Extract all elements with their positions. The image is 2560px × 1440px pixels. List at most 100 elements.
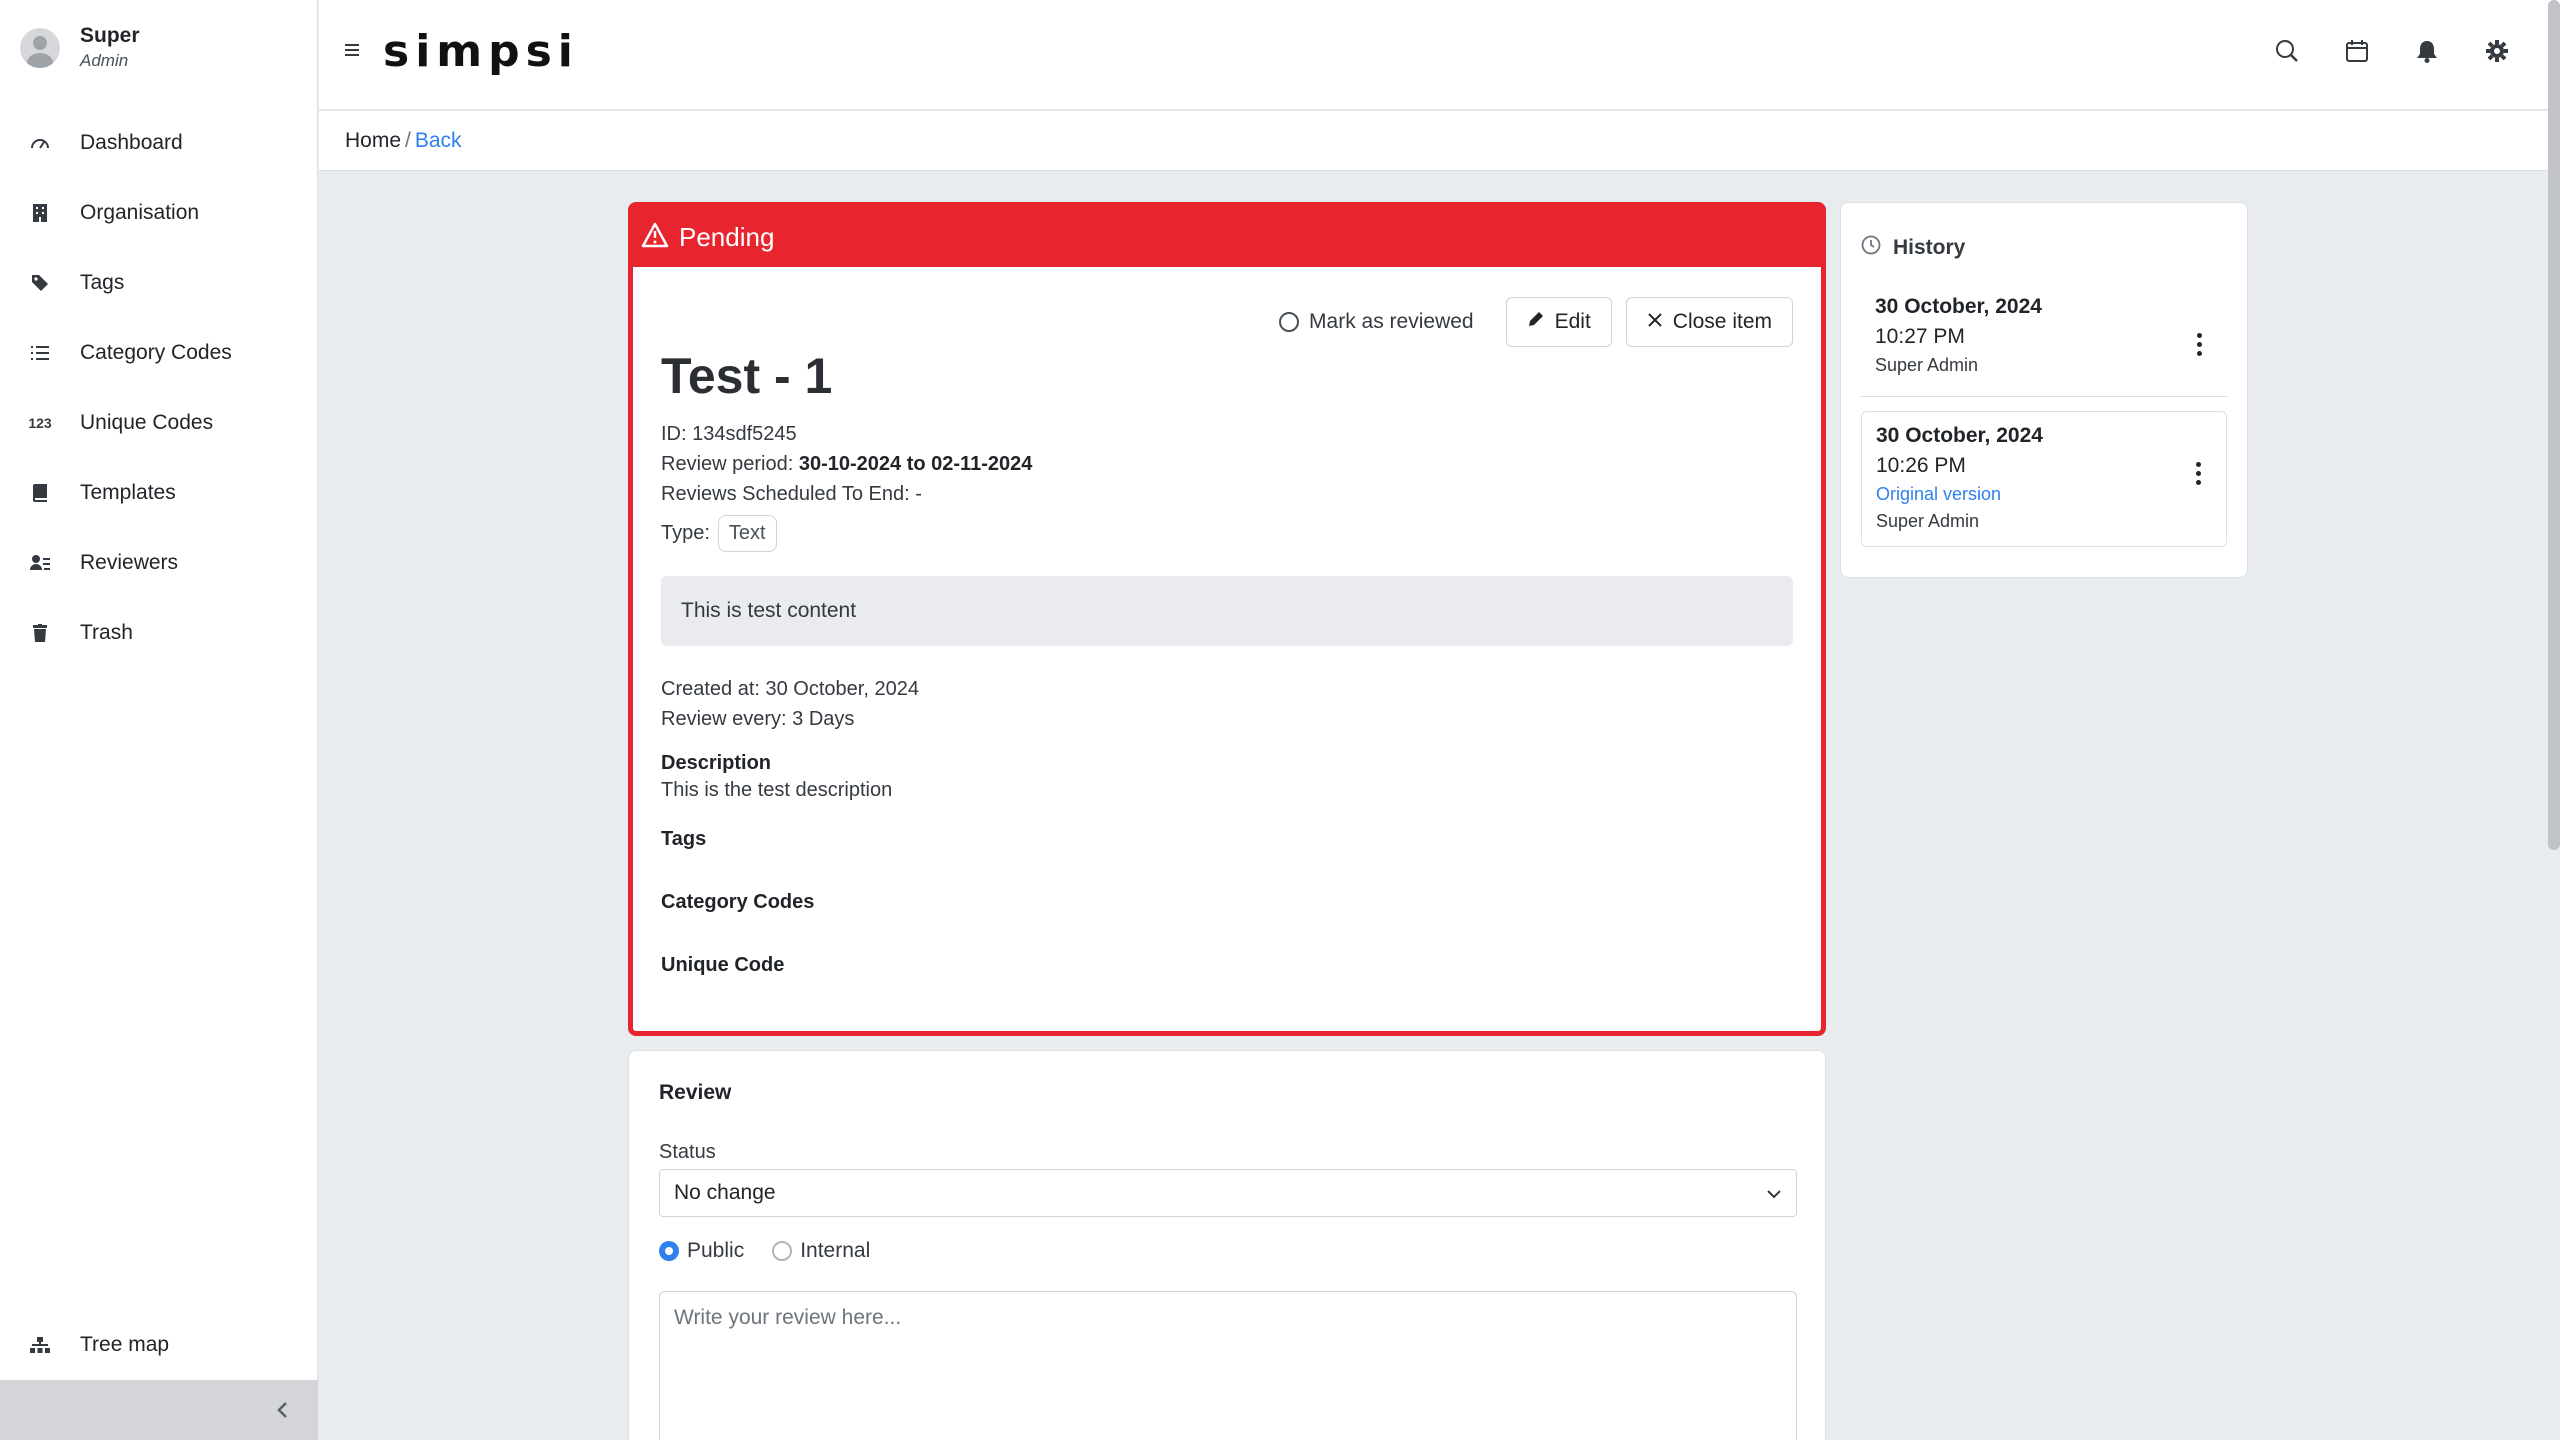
description-heading: Description xyxy=(661,752,772,774)
sidebar-item-label: Unique Codes xyxy=(80,411,214,434)
history-date: 30 October, 2024 xyxy=(1875,295,2042,318)
item-id-label: ID: xyxy=(661,423,687,445)
history-panel: History 30 October, 2024 10:27 PM Super … xyxy=(1840,202,2248,578)
breadcrumb-bar: Home / Back xyxy=(319,111,2560,171)
original-version-link[interactable]: Original version xyxy=(1876,484,2212,505)
sidebar-item-label: Reviewers xyxy=(80,551,179,574)
reviews-scheduled: Reviews Scheduled To End: - xyxy=(661,483,922,505)
sidebar-item-label: Dashboard xyxy=(80,131,183,154)
history-entry[interactable]: 30 October, 2024 10:27 PM Super Admin xyxy=(1861,283,2227,397)
close-item-button[interactable]: Close item xyxy=(1625,297,1793,347)
sidebar-item-trash[interactable]: Trash xyxy=(0,598,318,668)
sidebar-item-templates[interactable]: Templates xyxy=(0,458,318,528)
reviewers-icon xyxy=(30,553,50,573)
edit-label: Edit xyxy=(1554,310,1591,333)
review-period-value: 30-10-2024 to 02-11-2024 xyxy=(798,453,1033,475)
review-period: Review period: 30-10-2024 to 02-11-2024 xyxy=(661,449,1793,479)
close-icon xyxy=(1647,310,1663,334)
close-item-label: Close item xyxy=(1672,310,1772,333)
visibility-options: Public Internal xyxy=(659,1239,870,1263)
internal-label: Internal xyxy=(800,1239,871,1262)
status-field-label: Status xyxy=(659,1141,716,1163)
tags-heading: Tags xyxy=(661,828,707,850)
trash-icon xyxy=(30,623,50,643)
history-time: 10:27 PM xyxy=(1875,325,1965,348)
menu-icon[interactable] xyxy=(345,44,359,59)
warning-icon xyxy=(641,222,669,253)
sidebar-item-label: Organisation xyxy=(80,201,200,224)
back-link[interactable]: Back xyxy=(415,129,462,152)
sidebar-item-tags[interactable]: Tags xyxy=(0,248,318,318)
sidebar-nav: Dashboard Organisation Tags Category Cod… xyxy=(0,108,318,668)
tree-map-icon xyxy=(30,1335,50,1355)
sidebar-item-unique-codes[interactable]: 123 Unique Codes xyxy=(0,388,318,458)
list-icon xyxy=(30,343,50,363)
breadcrumb-home[interactable]: Home xyxy=(345,129,401,152)
public-radio[interactable] xyxy=(659,1241,679,1261)
sidebar-item-organisation[interactable]: Organisation xyxy=(0,178,318,248)
created-at: Created at: 30 October, 2024 xyxy=(661,678,919,700)
status-label: Pending xyxy=(679,221,775,252)
sidebar-item-category-codes[interactable]: Category Codes xyxy=(0,318,318,388)
search-icon[interactable] xyxy=(2274,36,2300,66)
logo: simpsi xyxy=(383,26,579,77)
review-period-label: Review period: xyxy=(661,453,794,475)
user-name: Super xyxy=(80,24,140,47)
edit-button[interactable]: Edit xyxy=(1505,297,1612,347)
status-select-value: No change xyxy=(674,1181,776,1204)
dashboard-icon xyxy=(30,133,50,153)
type-badge: Text xyxy=(717,515,777,552)
history-user: Super Admin xyxy=(1875,355,1979,375)
book-icon xyxy=(30,483,50,503)
category-codes-heading: Category Codes xyxy=(661,891,815,913)
bell-icon[interactable] xyxy=(2414,36,2440,66)
sidebar: Super Admin Dashboard Organisation Tags xyxy=(0,0,318,1440)
avatar xyxy=(20,27,60,68)
description-text: This is the test description xyxy=(661,779,893,801)
history-user: Super Admin xyxy=(1876,511,1980,531)
sidebar-item-dashboard[interactable]: Dashboard xyxy=(0,108,318,178)
unique-code-heading: Unique Code xyxy=(661,954,785,976)
item-title: Test - 1 xyxy=(661,348,833,404)
pencil-icon xyxy=(1527,310,1545,334)
page-scrollbar[interactable] xyxy=(2548,0,2560,850)
calendar-icon[interactable] xyxy=(2344,36,2370,66)
radio-icon xyxy=(1279,312,1300,332)
breadcrumb-separator: / xyxy=(405,129,411,152)
chevron-left-icon xyxy=(276,1395,288,1426)
review-heading: Review xyxy=(659,1081,732,1104)
user-profile[interactable]: Super Admin xyxy=(20,24,140,71)
history-time: 10:26 PM xyxy=(1876,454,1966,477)
sidebar-item-label: Templates xyxy=(80,481,176,504)
item-id: ID: 134sdf5245 xyxy=(661,419,1793,449)
sidebar-collapse-button[interactable] xyxy=(0,1380,318,1440)
status-header: Pending xyxy=(633,207,1821,267)
history-heading: History xyxy=(1861,235,1965,261)
history-entry[interactable]: 30 October, 2024 10:26 PM Original versi… xyxy=(1861,411,2227,547)
top-bar: simpsi xyxy=(319,0,2560,110)
history-date: 30 October, 2024 xyxy=(1876,424,2043,447)
public-label: Public xyxy=(687,1239,745,1262)
breadcrumb: Home / Back xyxy=(345,129,462,153)
review-card: Review Status No change Public Internal xyxy=(628,1050,1826,1440)
sidebar-item-label: Tree map xyxy=(80,1333,170,1356)
more-options-icon[interactable] xyxy=(2197,333,2203,360)
item-card: Pending Mark as reviewed Edit Close item… xyxy=(628,202,1826,1036)
building-icon xyxy=(30,203,50,223)
sidebar-item-label: Tags xyxy=(80,271,125,294)
status-select[interactable]: No change xyxy=(659,1169,1797,1217)
tags-icon xyxy=(30,273,50,293)
item-content: This is test content xyxy=(661,576,1793,646)
sidebar-item-label: Trash xyxy=(80,621,133,644)
sidebar-item-tree-map[interactable]: Tree map xyxy=(0,1310,318,1380)
mark-reviewed-toggle[interactable]: Mark as reviewed xyxy=(1279,310,1474,334)
more-options-icon[interactable] xyxy=(2196,462,2202,489)
internal-radio[interactable] xyxy=(772,1241,793,1261)
review-textarea[interactable] xyxy=(659,1291,1797,1440)
chevron-down-icon xyxy=(1766,1181,1782,1205)
sidebar-item-reviewers[interactable]: Reviewers xyxy=(0,528,318,598)
type-label: Type: xyxy=(661,522,710,544)
gear-icon[interactable] xyxy=(2484,36,2510,66)
mark-reviewed-label: Mark as reviewed xyxy=(1309,310,1474,333)
item-id-value: 134sdf5245 xyxy=(692,423,797,445)
